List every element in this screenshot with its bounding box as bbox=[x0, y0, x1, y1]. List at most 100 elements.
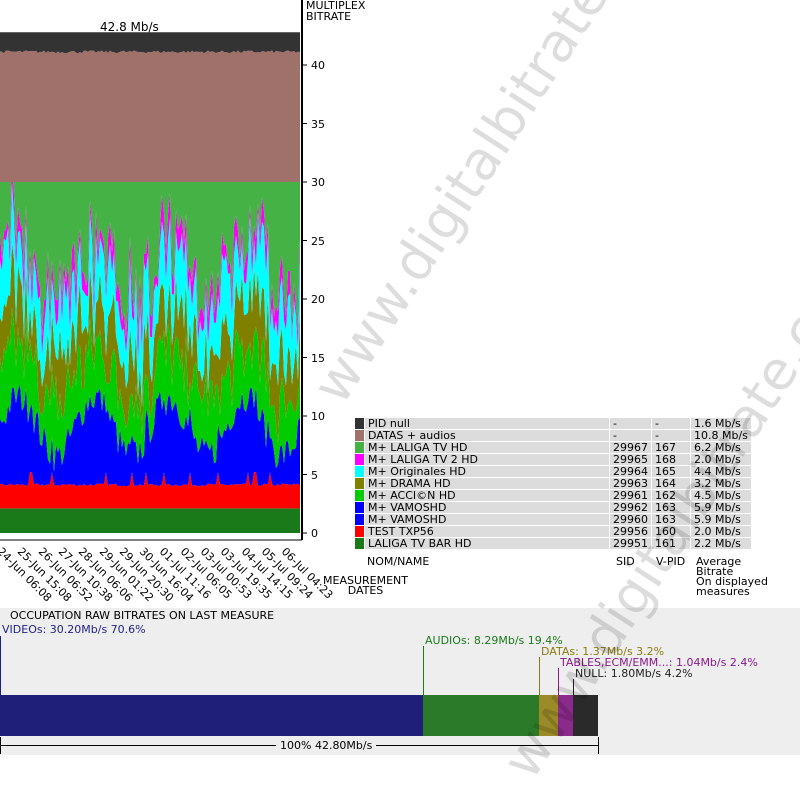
legend-sid: 29967 bbox=[610, 442, 651, 453]
total-bracket-right bbox=[598, 737, 599, 754]
legend-sid: 29956 bbox=[610, 526, 651, 537]
occupation-title: OCCUPATION RAW BITRATES ON LAST MEASURE bbox=[10, 609, 275, 622]
legend-vpid: 162 bbox=[652, 490, 690, 501]
legend-name: M+ Originales HD bbox=[365, 466, 609, 477]
legend-vpid: 164 bbox=[652, 478, 690, 489]
legend-avg: 3.2 Mb/s bbox=[691, 478, 751, 489]
audios-bar bbox=[422, 695, 539, 736]
legend-row: LALIGA TV BAR HD 29951 161 2.2 Mb/s bbox=[355, 538, 751, 549]
legend-header-name: NOM/NAME bbox=[367, 555, 430, 568]
area-datas-audios bbox=[0, 50, 300, 183]
legend-swatch bbox=[355, 502, 364, 513]
legend-table: PID null - -1.6 Mb/s DATAS + audios - -10.8 M… bbox=[354, 417, 752, 550]
legend-vpid: 167 bbox=[652, 442, 690, 453]
legend-name: LALIGA TV BAR HD bbox=[365, 538, 609, 549]
legend-swatch bbox=[355, 442, 364, 453]
y-tick-label: 30 bbox=[311, 176, 325, 189]
tables-leader bbox=[558, 668, 559, 695]
y-tick-label: 5 bbox=[311, 468, 318, 482]
y-tick-label: 0 bbox=[311, 527, 318, 540]
legend-name: M+ LALIGA TV HD bbox=[365, 442, 609, 453]
audios-leader bbox=[423, 646, 424, 695]
legend-sid: 29962 bbox=[610, 502, 651, 513]
y-tick-label: 20 bbox=[311, 293, 325, 306]
legend-sid: 29964 bbox=[610, 466, 651, 477]
area-laliga-tv-bar-hd bbox=[0, 508, 300, 533]
legend-name: PID null bbox=[365, 418, 609, 429]
legend-vpid: - bbox=[652, 430, 690, 441]
legend-vpid: 163 bbox=[652, 514, 690, 525]
legend-avg: 2.2 Mb/s bbox=[691, 538, 751, 549]
legend-vpid: 161 bbox=[652, 538, 690, 549]
tables-bar bbox=[558, 695, 573, 736]
legend-swatch bbox=[355, 526, 364, 537]
legend-avg: 2.0 Mb/s bbox=[691, 526, 751, 537]
legend-name: M+ VAMOSHD bbox=[365, 502, 609, 513]
legend-vpid: 168 bbox=[652, 454, 690, 465]
legend-avg: 4.4 Mb/s bbox=[691, 466, 751, 477]
legend-header-sid: SID bbox=[616, 555, 635, 568]
legend-avg: 5.9 Mb/s bbox=[691, 514, 751, 525]
legend-row: M+ LALIGA TV 2 HD 29965 168 2.0 Mb/s bbox=[355, 454, 751, 465]
legend-header-average: Average Bitrate On displayed measures bbox=[696, 556, 768, 598]
legend-swatch bbox=[355, 466, 364, 477]
total-label: 100% 42.80Mb/s bbox=[276, 739, 377, 752]
legend-avg: 10.8 Mb/s bbox=[691, 430, 751, 441]
legend-sid: 29960 bbox=[610, 514, 651, 525]
videos-label: VIDEOs: 30.20Mb/s 70.6% bbox=[2, 623, 146, 636]
legend-sid: 29963 bbox=[610, 478, 651, 489]
legend-vpid: - bbox=[652, 418, 690, 429]
y-axis-label-line2: BITRATE bbox=[306, 10, 352, 23]
stack-layers bbox=[0, 32, 300, 533]
legend-row: PID null - -1.6 Mb/s bbox=[355, 418, 751, 429]
legend-avg: 5.9 Mb/s bbox=[691, 502, 751, 513]
legend-sid: - bbox=[610, 418, 651, 429]
null-leader bbox=[573, 679, 574, 695]
legend-swatch bbox=[355, 514, 364, 525]
legend-sid: 29965 bbox=[610, 454, 651, 465]
datas-leader bbox=[539, 657, 540, 695]
x-axis-label-line2: DATES bbox=[347, 584, 384, 597]
legend-vpid: 163 bbox=[652, 502, 690, 513]
y-tick-label: 35 bbox=[311, 117, 325, 131]
legend-sid: - bbox=[610, 430, 651, 441]
legend-sid: 29951 bbox=[610, 538, 651, 549]
legend-row: M+ ACCI©N HD 29961 162 4.5 Mb/s bbox=[355, 490, 751, 501]
legend-avg: 4.5 Mb/s bbox=[691, 490, 751, 501]
legend-row: TEST TXP56 29956 160 2.0 Mb/s bbox=[355, 526, 751, 537]
legend-avg: 2.0 Mb/s bbox=[691, 454, 751, 465]
legend-name: M+ DRAMA HD bbox=[365, 478, 609, 489]
null-bar bbox=[572, 695, 598, 736]
legend-avg: 1.6 Mb/s bbox=[691, 418, 751, 429]
y-axis-label: MULTIPLEX BITRATE bbox=[306, 0, 365, 22]
legend-header-vpid: V-PID bbox=[656, 555, 686, 568]
legend-swatch bbox=[355, 430, 364, 441]
legend-swatch bbox=[355, 490, 364, 501]
legend-sid: 29961 bbox=[610, 490, 651, 501]
null-label: NULL: 1.80Mb/s 4.2% bbox=[575, 667, 693, 680]
legend-row: M+ VAMOSHD 29962 163 5.9 Mb/s bbox=[355, 502, 751, 513]
y-tick-label: 40 bbox=[311, 59, 325, 72]
legend-swatch bbox=[355, 418, 364, 429]
legend-swatch bbox=[355, 454, 364, 465]
avg-line4: measures bbox=[696, 585, 750, 598]
area-pid-null bbox=[0, 32, 300, 54]
y-tick-label: 15 bbox=[311, 351, 325, 365]
y-tick-label: 25 bbox=[311, 234, 325, 248]
legend-vpid: 165 bbox=[652, 466, 690, 477]
legend-row: M+ VAMOSHD 29960 163 5.9 Mb/s bbox=[355, 514, 751, 525]
legend-name: DATAS + audios bbox=[365, 430, 609, 441]
legend-avg: 6.2 Mb/s bbox=[691, 442, 751, 453]
legend-row: M+ LALIGA TV HD 29967 167 6.2 Mb/s bbox=[355, 442, 751, 453]
videos-bar bbox=[0, 695, 423, 736]
y-tick-label: 10 bbox=[311, 410, 325, 423]
legend-name: M+ LALIGA TV 2 HD bbox=[365, 454, 609, 465]
legend-swatch bbox=[355, 478, 364, 489]
legend-row: DATAS + audios - -10.8 Mb/s bbox=[355, 430, 751, 441]
legend-row: M+ Originales HD 29964 165 4.4 Mb/s bbox=[355, 466, 751, 477]
legend-name: M+ ACCI©N HD bbox=[365, 490, 609, 501]
chart-title: 42.8 Mb/s bbox=[100, 20, 159, 34]
videos-leader bbox=[0, 636, 1, 695]
legend-name: TEST TXP56 bbox=[365, 526, 609, 537]
legend-vpid: 160 bbox=[652, 526, 690, 537]
